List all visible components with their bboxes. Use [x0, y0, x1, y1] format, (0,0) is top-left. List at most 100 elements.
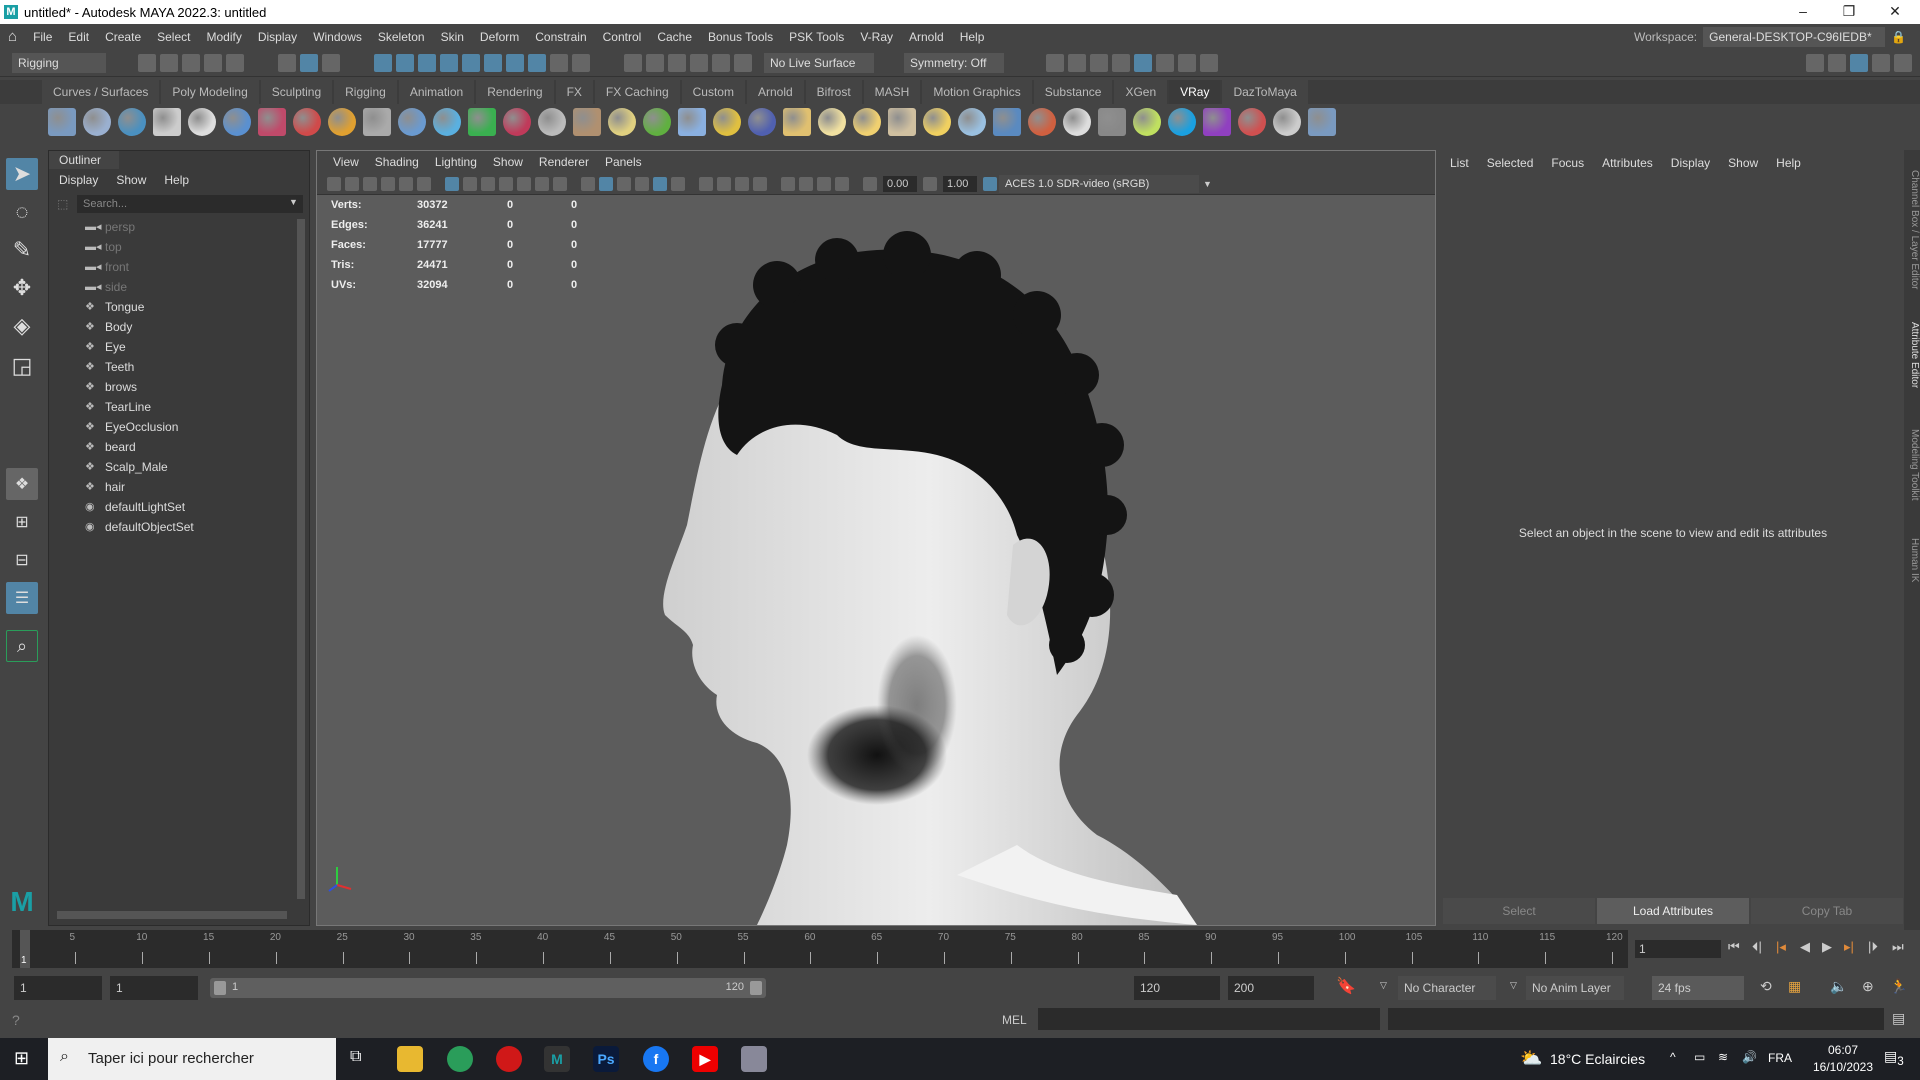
go-to-start-icon[interactable]: ⏮: [1728, 939, 1740, 955]
backface-icon[interactable]: [835, 176, 849, 191]
vray-light-ies-icon[interactable]: [537, 108, 566, 136]
range-slider[interactable]: 1 120: [210, 978, 766, 998]
scale-tool-icon[interactable]: ◲: [6, 350, 38, 382]
select-component-icon[interactable]: [322, 53, 340, 72]
vray-grid-icon[interactable]: [607, 108, 636, 136]
tab-modeling-toolkit[interactable]: Modeling Toolkit: [1904, 420, 1920, 510]
menu-create[interactable]: Create: [97, 30, 149, 44]
outliner-layout-icon[interactable]: ☰: [6, 582, 38, 614]
vray-sphere-icon[interactable]: [222, 108, 251, 136]
script-language-label[interactable]: MEL: [1002, 1013, 1027, 1027]
pause-icon[interactable]: [1200, 53, 1218, 72]
tab-bifrost[interactable]: Bifrost: [805, 80, 862, 104]
vray-cone-icon[interactable]: [922, 108, 951, 136]
cache-playback-icon[interactable]: ▦: [1788, 978, 1801, 995]
tab-motion-graphics[interactable]: Motion Graphics: [922, 80, 1032, 104]
safe-title-icon[interactable]: [553, 176, 567, 191]
clock-date[interactable]: 16/10/2023: [1808, 1060, 1878, 1074]
anim-layer-field[interactable]: No Anim Layer: [1526, 976, 1624, 1000]
menu-constrain[interactable]: Constrain: [527, 30, 594, 44]
outliner-item[interactable]: ❖ Body: [85, 317, 132, 337]
search-dropdown-icon[interactable]: ▼: [289, 197, 298, 207]
chevron-down-icon[interactable]: ▼: [1203, 179, 1212, 189]
help-icon[interactable]: [1307, 108, 1336, 136]
vray-light-sphere-icon[interactable]: [467, 108, 496, 136]
attribute-menu-attributes[interactable]: Attributes: [1602, 156, 1653, 170]
outliner-item[interactable]: ❖ Tongue: [85, 297, 144, 317]
redo-icon[interactable]: [226, 53, 244, 72]
viewport-menu-lighting[interactable]: Lighting: [427, 155, 485, 169]
select-camera-icon[interactable]: [327, 176, 341, 191]
menu-arnold[interactable]: Arnold: [901, 30, 952, 44]
home-icon[interactable]: ⌂: [8, 28, 17, 45]
tool-settings-icon[interactable]: [1872, 53, 1890, 72]
image-plane-icon[interactable]: [381, 176, 395, 191]
vray-palette-icon[interactable]: [1272, 108, 1301, 136]
facebook-icon[interactable]: f: [643, 1046, 669, 1072]
taskbar-search-input[interactable]: Taper ici pour rechercher: [48, 1038, 336, 1080]
uv-icon[interactable]: [712, 53, 730, 72]
vray-light-rect-icon[interactable]: [817, 108, 846, 136]
tab-attribute-editor[interactable]: Attribute Editor: [1904, 310, 1920, 400]
isolate-select-icon[interactable]: [781, 176, 795, 191]
chrome-icon[interactable]: [447, 1046, 473, 1072]
youtube-icon[interactable]: ▶: [692, 1046, 718, 1072]
outputs-icon[interactable]: [668, 53, 686, 72]
play-forwards-icon[interactable]: ▶: [1822, 939, 1832, 955]
character-set-field[interactable]: No Character Set: [1398, 976, 1496, 1019]
vray-settings-icon[interactable]: [47, 108, 76, 136]
meet-icon[interactable]: ▭: [1694, 1050, 1705, 1064]
playback-start-field[interactable]: 1: [110, 976, 198, 1000]
vray-plane-icon[interactable]: [397, 108, 426, 136]
opera-icon[interactable]: [496, 1046, 522, 1072]
wireframe-on-shaded-icon[interactable]: [617, 176, 631, 191]
menu-deform[interactable]: Deform: [472, 30, 527, 44]
clock-time[interactable]: 06:07: [1808, 1043, 1878, 1057]
camera-attributes-icon[interactable]: [345, 176, 359, 191]
outliner-item[interactable]: ❖ hair: [85, 477, 125, 497]
scene-start-field[interactable]: 1: [14, 976, 102, 1000]
menu-psk-tools[interactable]: PSK Tools: [781, 30, 852, 44]
character-set-dropdown-icon[interactable]: ▽: [1380, 980, 1387, 991]
snap-projected-icon[interactable]: [506, 53, 524, 72]
field-chart-icon[interactable]: [517, 176, 531, 191]
viewport-menu-renderer[interactable]: Renderer: [531, 155, 597, 169]
tab-poly-modeling[interactable]: Poly Modeling: [161, 80, 259, 104]
light-editor-icon[interactable]: [1178, 53, 1196, 72]
vray-ball-icon[interactable]: [1027, 108, 1056, 136]
highlight-icon[interactable]: [572, 53, 590, 72]
outliner-item[interactable]: ▬◂ side: [85, 277, 127, 297]
sound-icon[interactable]: 🔈: [1830, 978, 1847, 995]
vray-mtl-icon[interactable]: [292, 108, 321, 136]
menu-set-dropdown[interactable]: Rigging: [12, 52, 106, 73]
copy-tab-button[interactable]: Copy Tab: [1751, 898, 1903, 924]
language-indicator[interactable]: FRA: [1768, 1051, 1792, 1065]
range-start-handle[interactable]: [214, 981, 226, 995]
vray-log-icon[interactable]: [187, 108, 216, 136]
outliner-menu-help[interactable]: Help: [164, 173, 189, 187]
tab-curves-surfaces[interactable]: Curves / Surfaces: [42, 80, 160, 104]
select-object-icon[interactable]: [300, 53, 318, 72]
anti-aliasing-icon[interactable]: [735, 176, 749, 191]
fps-dropdown[interactable]: 24 fps: [1652, 976, 1744, 1000]
snap-view-icon[interactable]: [440, 53, 458, 72]
outliner-item[interactable]: ❖ Scalp_Male: [85, 457, 168, 477]
menu-windows[interactable]: Windows: [305, 30, 370, 44]
xray-icon[interactable]: [799, 176, 813, 191]
motion-blur-icon[interactable]: [717, 176, 731, 191]
photoshop-icon[interactable]: Ps: [593, 1046, 619, 1072]
vray-sun-icon[interactable]: [957, 108, 986, 136]
vray-bulb-info-icon[interactable]: [1167, 108, 1196, 136]
attribute-menu-display[interactable]: Display: [1671, 156, 1710, 170]
attribute-menu-help[interactable]: Help: [1776, 156, 1801, 170]
load-attributes-button[interactable]: Load Attributes: [1597, 898, 1749, 924]
outliner-item[interactable]: ❖ Teeth: [85, 357, 134, 377]
rotate-tool-icon[interactable]: ◈: [6, 310, 38, 342]
gamma-field[interactable]: 1.00: [943, 175, 977, 192]
viewport-menu-shading[interactable]: Shading: [367, 155, 427, 169]
four-view-layout-icon[interactable]: ⊞: [6, 506, 38, 538]
symmetry-dropdown[interactable]: Symmetry: Off: [904, 52, 1004, 73]
vray-proxy-icon[interactable]: [362, 108, 391, 136]
refresh-icon[interactable]: [734, 53, 752, 72]
vray-camera-icon[interactable]: [257, 108, 286, 136]
